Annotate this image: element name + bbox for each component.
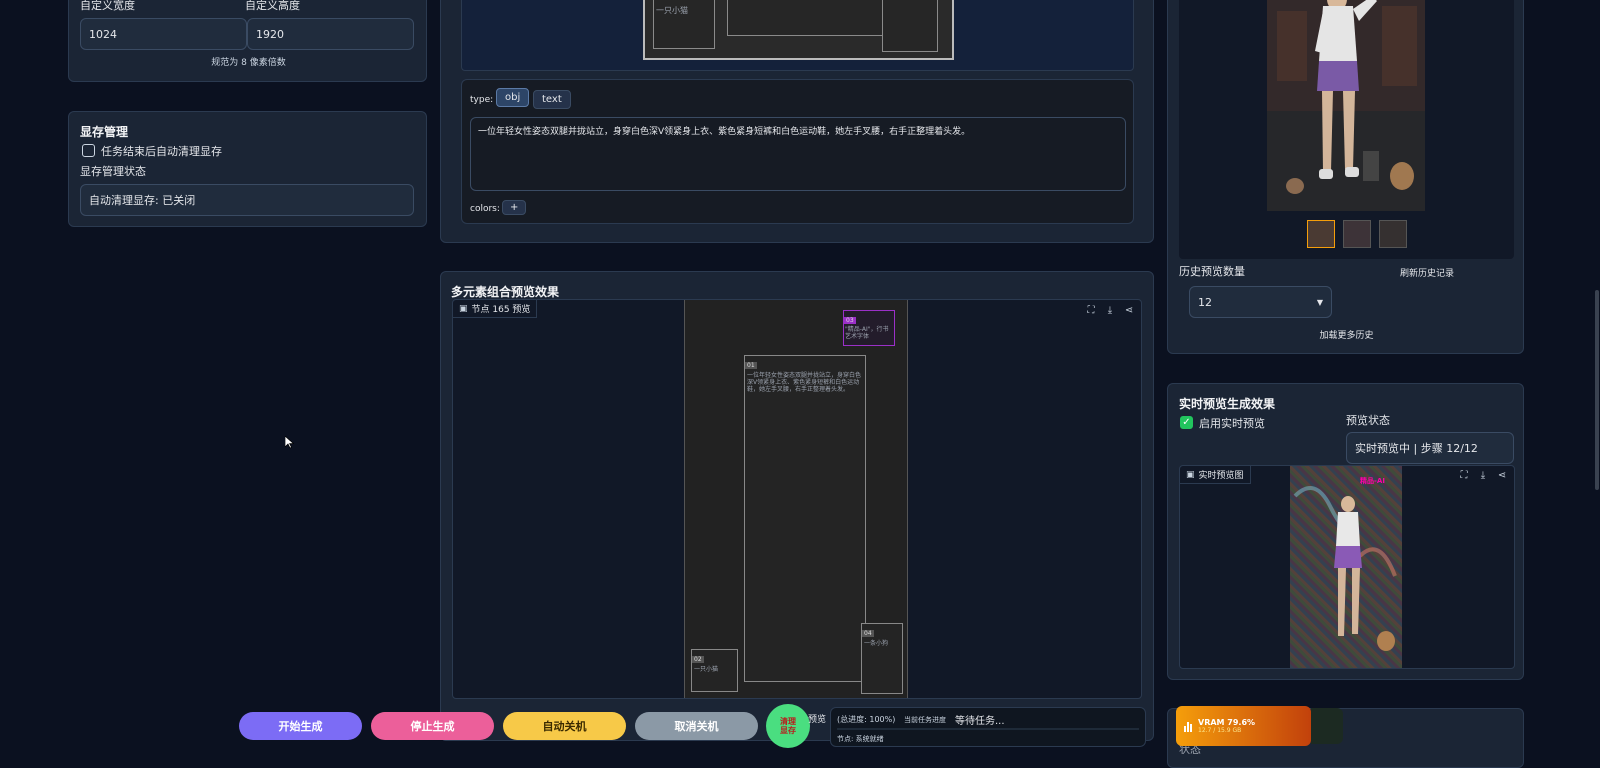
box-04-text: 一条小狗 xyxy=(864,640,889,647)
chart-icon xyxy=(1184,720,1192,732)
vram-side-block xyxy=(1311,708,1343,744)
custom-height-label: 自定义高度 xyxy=(245,0,300,12)
image-icon: ▣ xyxy=(459,303,468,314)
memory-status-field: 自动清理显存: 已关闭 xyxy=(80,184,414,216)
download-icon[interactable]: ⤓ xyxy=(1102,302,1118,318)
memory-status-label: 显存管理状态 xyxy=(80,165,146,178)
box-03-badge: 03 xyxy=(844,317,856,324)
node-status: 节点: 系统就绪 xyxy=(837,735,884,743)
width-input[interactable]: 1024 xyxy=(80,18,247,50)
canvas-box-cat-label: 一只小猫 xyxy=(656,6,688,15)
canvas-box-dog[interactable] xyxy=(882,0,938,52)
fullscreen-icon[interactable]: ⛶ xyxy=(1083,302,1099,318)
type-text-button[interactable]: text xyxy=(533,90,571,109)
clear-memory-label: 清理显存 xyxy=(780,717,796,735)
realtime-image-label: 实时预览图 xyxy=(1198,471,1244,481)
enable-realtime-label: 启用实时预览 xyxy=(1199,417,1265,430)
download-icon[interactable]: ⤓ xyxy=(1475,467,1491,483)
composite-toolbar: ⛶ ⤓ ⋖ xyxy=(1083,302,1137,318)
history-thumb-2[interactable] xyxy=(1343,220,1371,248)
node-label: 节点 165 预览 xyxy=(471,305,531,315)
history-panel: 历史预览数量 刷新历史记录 12 ▼ 加载更多历史 xyxy=(1167,0,1524,354)
canvas-box-woman[interactable] xyxy=(727,0,889,36)
stop-generate-button[interactable]: 停止生成 xyxy=(371,712,494,740)
enable-realtime-checkbox[interactable]: ✓ xyxy=(1180,416,1193,429)
element-editor: type: obj text 一位年轻女性姿态双腿并拢站立，身穿白色深V领紧身上… xyxy=(461,79,1134,224)
vram-detail: 12.7 / 15.9 GB xyxy=(1198,727,1242,734)
composite-panel: 多元素组合预览效果 ▣ 节点 165 预览 ⛶ ⤓ ⋖ 03 "精品-AI"，行… xyxy=(440,271,1154,741)
box-03-text: "精品-AI"，行书艺术字体 xyxy=(845,326,889,340)
chevron-down-icon: ▼ xyxy=(1316,297,1323,307)
history-thumb-3[interactable] xyxy=(1379,220,1407,248)
vram-widget: VRAM 79.6% 12.7 / 15.9 GB xyxy=(1176,706,1311,746)
norm-note: 规范为 8 像素倍数 xyxy=(211,58,286,68)
realtime-label-tag: ▣ 实时预览图 xyxy=(1180,466,1251,484)
auto-clear-checkbox[interactable] xyxy=(82,144,95,157)
element-box-03[interactable]: 03 "精品-AI"，行书艺术字体 xyxy=(843,310,895,346)
realtime-image-area: ▣ 实时预览图 ⛶ ⤓ ⋖ 精品-AI xyxy=(1179,465,1515,669)
history-thumbnails xyxy=(1307,220,1407,248)
box-01-badge: 01 xyxy=(745,362,757,369)
preview-status-field: 实时预览中 | 步骤 12/12 xyxy=(1346,432,1514,464)
load-more-history-button[interactable]: 加载更多历史 xyxy=(1168,328,1525,341)
page-scrollbar[interactable] xyxy=(1595,290,1599,490)
vram-label: VRAM 79.6% xyxy=(1198,718,1256,727)
progress-bar xyxy=(837,728,1139,730)
realtime-image[interactable]: 精品-AI xyxy=(1290,466,1402,668)
history-count-select[interactable]: 12 ▼ xyxy=(1189,286,1332,318)
progress-current-label: 当前任务进度 xyxy=(904,716,946,724)
realtime-title: 实时预览生成效果 xyxy=(1179,397,1276,411)
add-color-button[interactable]: + xyxy=(502,200,527,215)
memory-title: 显存管理 xyxy=(80,125,129,139)
height-input[interactable]: 1920 xyxy=(247,18,414,50)
share-icon[interactable]: ⋖ xyxy=(1494,467,1510,483)
composite-canvas: 03 "精品-AI"，行书艺术字体 01 一位年轻女性姿态双腿并拢站立，身穿白色… xyxy=(684,300,908,698)
prompt-textarea[interactable]: 一位年轻女性姿态双腿并拢站立，身穿白色深V领紧身上衣、紫色紧身短裤和白色运动鞋，… xyxy=(470,117,1126,191)
share-icon[interactable]: ⋖ xyxy=(1121,302,1137,318)
box-02-text: 一只小猫 xyxy=(694,666,719,673)
custom-width-label: 自定义宽度 xyxy=(80,0,135,12)
progress-wait-text: 等待任务... xyxy=(955,716,1005,727)
fullscreen-icon[interactable]: ⛶ xyxy=(1456,467,1472,483)
history-gallery xyxy=(1179,0,1514,259)
element-box-02[interactable]: 02 一只小猫 xyxy=(691,649,738,692)
preview-status-label: 预览状态 xyxy=(1346,414,1390,427)
cancel-shutdown-button[interactable]: 取消关机 xyxy=(635,712,758,740)
prompt-text: 一位年轻女性姿态双腿并拢站立，身穿白色深V领紧身上衣、紫色紧身短裤和白色运动鞋，… xyxy=(478,127,971,137)
refresh-history-button[interactable]: 刷新历史记录 xyxy=(1400,266,1454,279)
box-01-text: 一位年轻女性姿态双腿并拢站立，身穿白色深V领紧身上衣、紫色紧身短裤和白色运动鞋，… xyxy=(747,372,862,393)
realtime-overlay-text: 精品-AI xyxy=(1360,477,1385,485)
layout-editor-panel: 一只小猫 type: obj text 一位年轻女性姿态双腿并拢站立，身穿白色深… xyxy=(440,0,1154,243)
element-box-01[interactable]: 01 一位年轻女性姿态双腿并拢站立，身穿白色深V领紧身上衣、紫色紧身短裤和白色运… xyxy=(744,355,866,682)
history-count-value: 12 xyxy=(1198,295,1212,309)
composite-title: 多元素组合预览效果 xyxy=(451,285,560,299)
size-panel: 自定义宽度 自定义高度 1024 1920 规范为 8 像素倍数 xyxy=(68,0,427,82)
element-box-04[interactable]: 04 一条小狗 xyxy=(861,623,903,694)
history-main-image[interactable] xyxy=(1267,0,1425,211)
colors-label: colors: xyxy=(470,204,500,214)
box-02-badge: 02 xyxy=(692,656,704,663)
preview-cut-text: 预览 xyxy=(808,715,827,725)
type-obj-button[interactable]: obj xyxy=(496,88,530,107)
clear-memory-button[interactable]: 清理显存 xyxy=(766,704,810,748)
progress-panel: (总进度: 100%) 当前任务进度 等待任务... 节点: 系统就绪 xyxy=(830,707,1146,747)
type-label: type: xyxy=(470,95,494,105)
start-generate-button[interactable]: 开始生成 xyxy=(239,712,362,740)
progress-total: (总进度: 100%) xyxy=(837,715,896,724)
realtime-panel: 实时预览生成效果 ✓ 启用实时预览 预览状态 实时预览中 | 步骤 12/12 … xyxy=(1167,383,1524,680)
layout-canvas[interactable]: 一只小猫 xyxy=(643,0,954,60)
node-label-tag: ▣ 节点 165 预览 xyxy=(453,300,538,318)
history-thumb-1[interactable] xyxy=(1307,220,1335,248)
memory-panel: 显存管理 任务结束后自动清理显存 显存管理状态 自动清理显存: 已关闭 xyxy=(68,111,427,227)
canvas-box-cat[interactable]: 一只小猫 xyxy=(653,0,715,49)
auto-clear-label: 任务结束后自动清理显存 xyxy=(101,145,222,158)
layout-canvas-area: 一只小猫 xyxy=(461,0,1134,71)
history-count-label: 历史预览数量 xyxy=(1179,265,1245,278)
realtime-toolbar: ⛶ ⤓ ⋖ xyxy=(1456,467,1510,483)
auto-shutdown-button[interactable]: 自动关机 xyxy=(503,712,626,740)
image-icon: ▣ xyxy=(1186,469,1195,480)
composite-preview: ▣ 节点 165 预览 ⛶ ⤓ ⋖ 03 "精品-AI"，行书艺术字体 01 一… xyxy=(452,299,1142,699)
cursor-icon xyxy=(284,435,295,452)
box-04-badge: 04 xyxy=(862,630,874,637)
